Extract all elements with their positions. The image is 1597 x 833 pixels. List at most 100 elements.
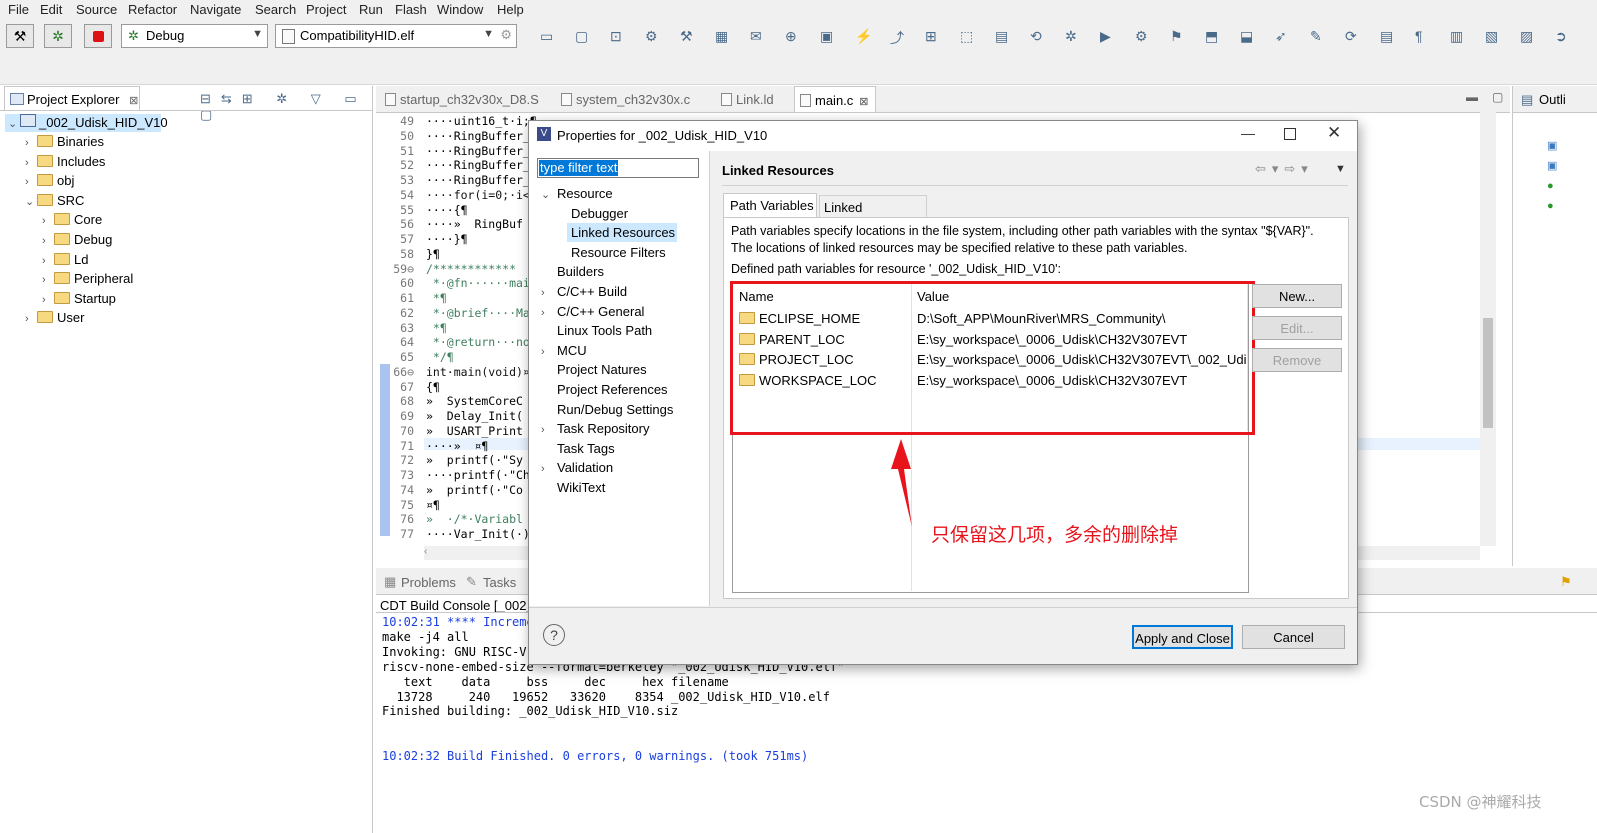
help-icon[interactable]: ? — [543, 624, 565, 646]
tree-item[interactable]: › Startup — [42, 291, 116, 310]
code-line[interactable]: ····» RingBuf — [426, 217, 523, 231]
collapsed-arrow-icon[interactable]: › — [541, 424, 557, 436]
menu-help[interactable]: Help — [497, 2, 524, 17]
expanded-arrow-icon[interactable]: ⌄ — [541, 188, 557, 201]
nav-item[interactable]: WikiText — [541, 480, 605, 495]
menu-refactor[interactable]: Refactor — [128, 2, 177, 17]
toolbar-button-icon[interactable]: ⚡ — [855, 28, 872, 45]
minimize-maximize-icons[interactable]: ▬▢ — [1466, 90, 1517, 104]
toolbar-button-icon[interactable]: ➶ — [1275, 28, 1287, 45]
code-line[interactable]: » USART_Print — [426, 424, 523, 438]
tab-linked-resources[interactable]: Linked Resources — [819, 195, 927, 230]
code-line[interactable]: » SystemCoreC — [426, 394, 523, 408]
toolbar-button-icon[interactable]: ⊞ — [925, 28, 937, 45]
toolbar-button-icon[interactable]: ⤴ — [890, 28, 904, 48]
nav-item[interactable]: Task Tags — [541, 441, 615, 456]
filter-input[interactable]: type filter text — [537, 158, 699, 178]
editor-tab[interactable]: Link.ld — [716, 86, 790, 112]
code-line[interactable]: ····» ¤¶ — [426, 439, 488, 453]
collapsed-arrow-icon[interactable]: › — [541, 287, 557, 299]
scrollbar-thumb[interactable] — [1483, 318, 1493, 428]
view-toolbar-icons[interactable]: ⊟⇆⊞ ✲ ▽ ▭ ▢ — [200, 91, 372, 123]
toolbar-button-icon[interactable]: ⚙ — [645, 28, 658, 45]
code-line[interactable]: » printf(·"Sy — [426, 453, 523, 467]
menu-run[interactable]: Run — [359, 2, 383, 17]
tree-item[interactable]: › Peripheral — [42, 271, 133, 290]
nav-item[interactable]: Project References — [541, 382, 668, 397]
code-line[interactable]: ····Var_Init(·) — [426, 527, 530, 541]
toolbar-button-icon[interactable]: ▶ — [1100, 28, 1111, 45]
nav-item[interactable]: › MCU — [541, 343, 587, 358]
collapsed-arrow-icon[interactable]: › — [42, 274, 54, 286]
menu-search[interactable]: Search — [255, 2, 296, 17]
tab-project-explorer[interactable]: Project Explorer ⊠ — [4, 86, 140, 110]
settings-gear-icon[interactable]: ⚙ — [500, 27, 512, 43]
close-icon[interactable]: ✕ — [1327, 123, 1341, 143]
close-icon[interactable]: ⊠ — [859, 96, 868, 108]
nav-item[interactable]: Debugger — [571, 206, 628, 221]
collapsed-arrow-icon[interactable]: › — [541, 307, 557, 319]
tree-item[interactable]: › Includes — [25, 154, 105, 173]
menu-flash[interactable]: Flash — [395, 2, 427, 17]
launch-target-select[interactable]: CompatibilityHID.elf ▼ ⚙ — [275, 24, 517, 48]
code-line[interactable]: int·main(void)¤ — [426, 365, 530, 379]
menu-project[interactable]: Project — [306, 2, 346, 17]
cancel-button[interactable]: Cancel — [1242, 625, 1345, 649]
toolbar-button-icon[interactable]: ▢ — [575, 28, 588, 45]
menu-source[interactable]: Source — [76, 2, 117, 17]
collapsed-arrow-icon[interactable]: › — [25, 313, 37, 325]
code-line[interactable]: ····RingBuffer_ — [426, 173, 530, 187]
toolbar-button-icon[interactable]: ⚙ — [1135, 28, 1148, 45]
toolbar-button-icon[interactable]: ⟳ — [1345, 28, 1357, 45]
tab-outline[interactable]: Outli — [1539, 92, 1566, 107]
nav-item[interactable]: › C/C++ General — [541, 304, 644, 319]
new-button[interactable]: New... — [1252, 284, 1342, 308]
nav-item[interactable]: ⌄ Resource — [541, 186, 613, 201]
code-line[interactable]: }¶ — [426, 247, 440, 261]
menu-window[interactable]: Window — [437, 2, 483, 17]
nav-item[interactable]: Builders — [541, 264, 604, 279]
toolbar-button-icon[interactable]: ▨ — [1520, 28, 1533, 45]
toolbar-button-icon[interactable]: ⊕ — [785, 28, 797, 45]
nav-item[interactable]: Linked Resources — [571, 225, 675, 240]
expanded-arrow-icon[interactable]: ⌄ — [25, 195, 37, 208]
collapsed-arrow-icon[interactable]: › — [541, 463, 557, 475]
toolbar-button-icon[interactable]: ▦ — [715, 28, 728, 45]
toolbar-button-icon[interactable]: ⬒ — [1205, 28, 1218, 45]
toolbar-button-icon[interactable]: ▥ — [1450, 28, 1463, 45]
nav-history-icons[interactable]: ⇦▾⇨▾ — [1255, 161, 1314, 177]
code-line[interactable]: ····RingBuffer_ — [426, 158, 530, 172]
toolbar-button-icon[interactable]: ¶ — [1415, 28, 1423, 44]
nav-item[interactable]: › Task Repository — [541, 421, 649, 436]
menu-navigate[interactable]: Navigate — [190, 2, 241, 17]
menu-file[interactable]: File — [8, 2, 29, 17]
tree-item[interactable]: › User — [25, 310, 84, 329]
stop-button[interactable] — [84, 24, 112, 48]
tree-item[interactable]: › Ld — [42, 252, 88, 271]
code-line[interactable]: ····{¶ — [426, 203, 468, 217]
code-line[interactable]: ····RingBuffer_ — [426, 144, 530, 158]
code-line[interactable]: » Delay_Init( — [426, 409, 523, 423]
toolbar-button-icon[interactable]: ✲ — [1065, 28, 1077, 45]
editor-tab[interactable]: system_ch32v30x.c — [556, 86, 712, 112]
collapsed-arrow-icon[interactable]: › — [25, 137, 37, 149]
toolbar-button-icon[interactable]: ▤ — [1380, 28, 1393, 45]
collapsed-arrow-icon[interactable]: › — [42, 294, 54, 306]
nav-item[interactable]: Linux Tools Path — [541, 323, 652, 338]
toolbar-button-icon[interactable]: ▣ — [820, 28, 833, 45]
code-line[interactable]: » printf(·"Co — [426, 483, 523, 497]
code-line[interactable]: /************ — [426, 262, 516, 276]
remove-button[interactable]: Remove — [1252, 348, 1342, 372]
toolbar-button-icon[interactable]: ✎ — [1310, 28, 1322, 45]
code-line[interactable]: ····printf(·"Ch — [426, 468, 530, 482]
editor-tab[interactable]: main.c ⊠ — [794, 86, 876, 112]
code-line[interactable]: {¶ — [426, 380, 440, 394]
code-line[interactable]: ¤¶ — [426, 498, 440, 512]
code-line[interactable]: ····for(i=0;·i< — [426, 188, 530, 202]
nav-item[interactable]: › Validation — [541, 460, 613, 475]
editor-scrollbar[interactable] — [1480, 112, 1496, 546]
toolbar-button-icon[interactable]: ⊡ — [610, 28, 622, 45]
toolbar-button-icon[interactable]: ▧ — [1485, 28, 1498, 45]
tree-item[interactable]: › Debug — [42, 232, 112, 251]
toolbar-button-icon[interactable]: ⬚ — [960, 28, 973, 45]
